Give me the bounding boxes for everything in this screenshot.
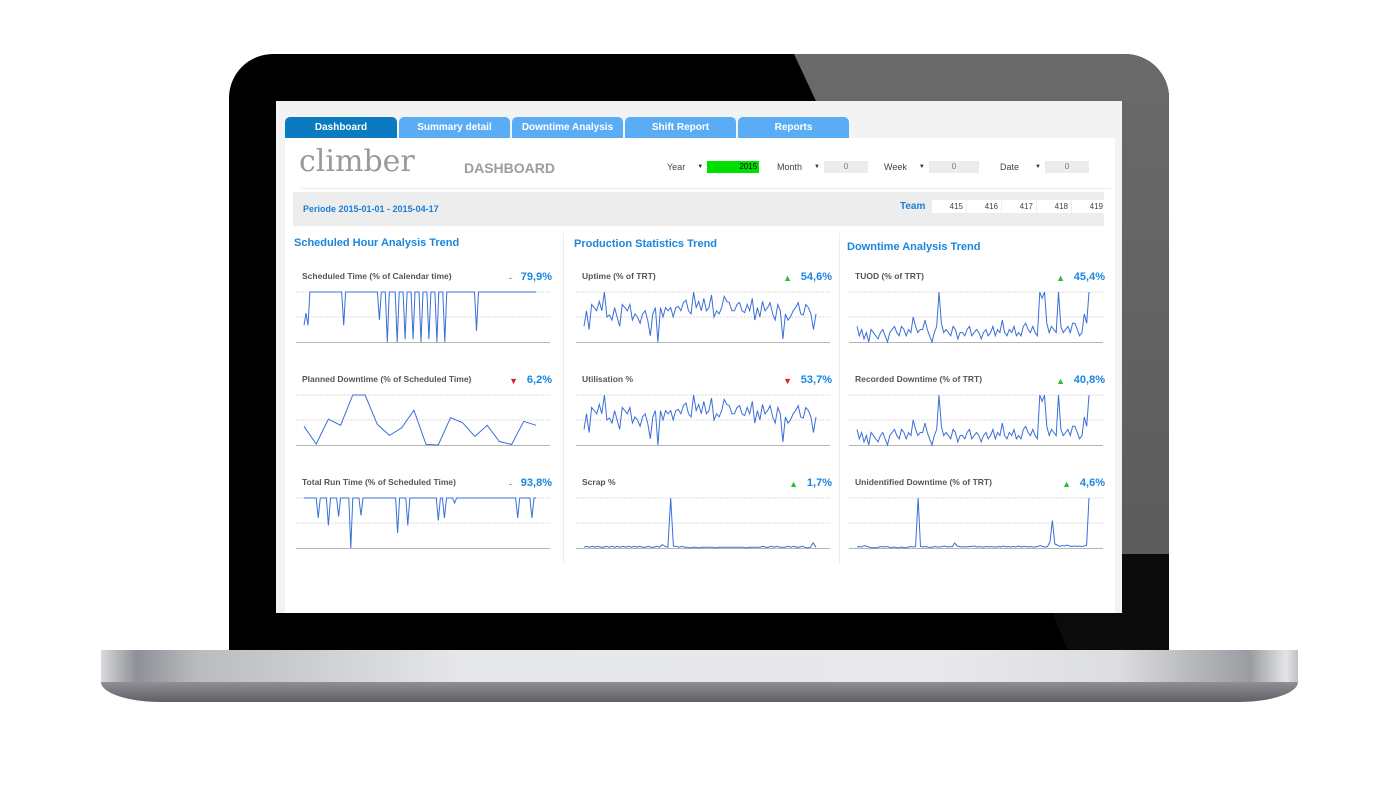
trend-up-icon: ▲ <box>783 273 792 283</box>
team-419[interactable]: 419 <box>1072 200 1106 213</box>
column-title: Downtime Analysis Trend <box>847 241 981 253</box>
trend-flat-icon: - <box>509 479 512 489</box>
year-label: Year <box>667 162 686 172</box>
sparkline-chart <box>296 394 550 446</box>
metric-label: Recorded Downtime (% of TRT) <box>855 374 983 384</box>
climber-logo: climber <box>299 144 415 179</box>
sparkline-chart <box>576 497 830 549</box>
metric-value: 40,8% <box>1073 374 1105 386</box>
metric-value: 4,6% <box>1079 477 1105 489</box>
metric-label: Utilisation % <box>582 374 634 384</box>
metric-label: Total Run Time (% of Scheduled Time) <box>302 477 456 487</box>
metric-card: Scrap % ▲ 1,7% <box>574 477 836 573</box>
sparkline-chart <box>849 394 1103 447</box>
dropdown-arrow-icon[interactable]: ▼ <box>697 164 703 170</box>
week-filter[interactable]: Week ▼ 0 <box>884 161 979 173</box>
app-screen: Dashboard Summary detail Downtime Analys… <box>276 101 1122 613</box>
sparkline-chart <box>576 394 830 446</box>
metric-label: Uptime (% of TRT) <box>582 271 656 281</box>
metric-card: Uptime (% of TRT) ▲ 54,6% <box>574 271 836 367</box>
column-divider <box>563 233 564 563</box>
metric-card: Recorded Downtime (% of TRT) ▲ 40,8% <box>847 374 1109 470</box>
trend-up-icon: ▲ <box>1056 273 1065 283</box>
tab-shift-report[interactable]: Shift Report <box>625 117 736 138</box>
date-select[interactable]: 0 <box>1044 161 1089 173</box>
year-filter[interactable]: Year ▼ 2015 <box>667 161 760 173</box>
tab-downtime-analysis[interactable]: Downtime Analysis <box>512 117 623 138</box>
column-divider <box>839 233 840 563</box>
team-417[interactable]: 417 <box>1002 200 1036 213</box>
trend-down-icon: ▼ <box>509 376 518 386</box>
metric-card: Total Run Time (% of Scheduled Time) -93,… <box>294 477 556 573</box>
metric-value: 79,9% <box>520 271 552 283</box>
dashboard-panel: climber DASHBOARD Year ▼ 2015 Month ▼ 0 … <box>285 138 1115 613</box>
production-statistics-column: Production Statistics Trend Uptime (% of… <box>574 231 844 566</box>
metric-card: TUOD (% of TRT) ▲ 45,4% <box>847 271 1109 367</box>
date-filter[interactable]: Date ▼ 0 <box>1000 161 1089 173</box>
trend-flat-icon: - <box>509 273 512 283</box>
metric-value: 45,4% <box>1073 271 1105 283</box>
sparkline-chart <box>296 497 550 549</box>
metric-value: 53,7% <box>800 374 832 386</box>
page-title: DASHBOARD <box>464 160 555 176</box>
dropdown-arrow-icon[interactable]: ▼ <box>1035 164 1041 170</box>
metric-label: Planned Downtime (% of Scheduled Time) <box>302 374 472 384</box>
month-filter[interactable]: Month ▼ 0 <box>777 161 868 173</box>
month-select[interactable]: 0 <box>823 161 868 173</box>
header-divider <box>301 188 1111 189</box>
laptop-base-bottom <box>101 682 1298 702</box>
sparkline-chart <box>849 291 1103 344</box>
month-label: Month <box>777 162 803 172</box>
team-selector: 415 416 417 418 419 <box>932 200 1106 213</box>
year-select[interactable]: 2015 <box>707 161 760 173</box>
date-label: Date <box>1000 162 1020 172</box>
metric-value: 1,7% <box>806 477 832 489</box>
metric-card: Planned Downtime (% of Scheduled Time) ▼ 6… <box>294 374 556 470</box>
sparkline-chart <box>296 291 550 343</box>
trend-up-icon: ▲ <box>1056 376 1065 386</box>
week-select[interactable]: 0 <box>928 161 979 173</box>
column-title: Scheduled Hour Analysis Trend <box>294 237 460 249</box>
team-418[interactable]: 418 <box>1037 200 1071 213</box>
team-416[interactable]: 416 <box>967 200 1001 213</box>
metric-card: Scheduled Time (% of Calendar time) -79,9… <box>294 271 556 367</box>
sparkline-chart <box>849 497 1103 549</box>
team-415[interactable]: 415 <box>932 200 966 213</box>
trend-down-icon: ▼ <box>783 376 792 386</box>
tab-dashboard[interactable]: Dashboard <box>285 117 397 138</box>
period-text: Periode 2015-01-01 - 2015-04-17 <box>303 204 439 214</box>
period-bar: Periode 2015-01-01 - 2015-04-17 Team 415… <box>293 192 1106 226</box>
metric-card: Utilisation % ▼ 53,7% <box>574 374 836 470</box>
metric-label: Scrap % <box>582 477 616 487</box>
metric-card: Unidentified Downtime (% of TRT) ▲ 4,6% <box>847 477 1109 573</box>
metric-value: 6,2% <box>526 374 552 386</box>
trend-up-icon: ▲ <box>1062 479 1071 489</box>
metric-label: Unidentified Downtime (% of TRT) <box>855 477 992 487</box>
scheduled-hour-column: Scheduled Hour Analysis Trend Scheduled … <box>294 231 564 566</box>
sparkline-chart <box>576 291 830 343</box>
week-label: Week <box>884 162 907 172</box>
metric-label: Scheduled Time (% of Calendar time) <box>302 271 452 281</box>
tab-bar: Dashboard Summary detail Downtime Analys… <box>285 117 849 138</box>
dropdown-arrow-icon[interactable]: ▼ <box>814 164 820 170</box>
metric-value: 54,6% <box>800 271 832 283</box>
metric-label: TUOD (% of TRT) <box>855 271 924 281</box>
column-title: Production Statistics Trend <box>574 238 718 250</box>
tab-summary-detail[interactable]: Summary detail <box>399 117 510 138</box>
team-label: Team <box>900 201 926 212</box>
metric-value: 93,8% <box>520 477 552 489</box>
dropdown-arrow-icon[interactable]: ▼ <box>919 164 925 170</box>
downtime-analysis-column: Downtime Analysis Trend TUOD (% of TRT) ▲… <box>847 231 1117 566</box>
trend-up-icon: ▲ <box>789 479 798 489</box>
tab-reports[interactable]: Reports <box>738 117 849 138</box>
laptop-base-top <box>101 650 1298 682</box>
laptop-base <box>101 650 1298 702</box>
